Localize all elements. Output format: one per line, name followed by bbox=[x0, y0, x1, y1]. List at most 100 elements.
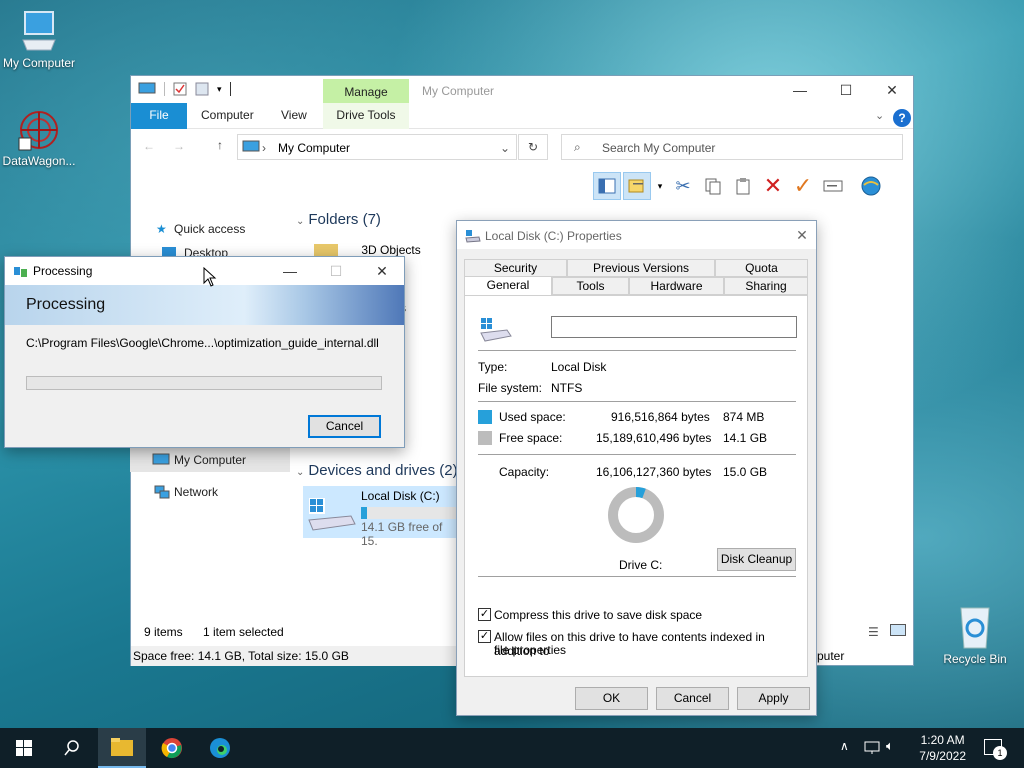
notification-badge: 1 bbox=[993, 746, 1007, 760]
properties-icon[interactable] bbox=[173, 82, 187, 96]
index-checkbox[interactable]: ✓ bbox=[478, 630, 491, 643]
delete-icon[interactable]: ✕ bbox=[759, 172, 787, 200]
processing-title: Processing bbox=[33, 264, 93, 278]
up-icon[interactable]: ↑ bbox=[217, 138, 223, 152]
search-button[interactable] bbox=[48, 728, 96, 768]
disk-usage-donut bbox=[608, 487, 664, 543]
mouse-cursor-icon bbox=[203, 267, 217, 287]
taskbar-file-explorer[interactable] bbox=[98, 728, 146, 768]
minimize-button[interactable]: — bbox=[275, 261, 305, 281]
compress-checkbox[interactable]: ✓ bbox=[478, 608, 491, 621]
properties-titlebar[interactable]: Local Disk (C:) Properties ✕ bbox=[457, 221, 816, 249]
system-clock[interactable]: 1:20 AM 7/9/2022 bbox=[919, 732, 966, 764]
nav-label: Network bbox=[174, 485, 219, 499]
search-icon bbox=[64, 740, 79, 756]
taskbar: ∧ 🔈︎ 1:20 AM 7/9/2022 1 bbox=[0, 728, 1024, 768]
rename-icon[interactable] bbox=[819, 172, 847, 200]
tab-quota[interactable]: Quota bbox=[715, 259, 808, 277]
start-button[interactable] bbox=[0, 728, 48, 768]
folders-header[interactable]: ⌄ Folders (7) bbox=[296, 211, 381, 228]
close-button[interactable]: ✕ bbox=[367, 261, 397, 281]
drive-label-input[interactable] bbox=[551, 316, 797, 338]
file-explorer-icon bbox=[111, 738, 133, 756]
tab-sharing[interactable]: Sharing bbox=[724, 277, 808, 295]
status-selected: 1 item selected bbox=[203, 625, 284, 639]
explorer-titlebar[interactable]: ▾ Manage My Computer — ☐ ✕ bbox=[131, 76, 913, 106]
tab-file[interactable]: File bbox=[131, 103, 187, 129]
chevron-down-icon[interactable]: ⌄ bbox=[500, 141, 510, 155]
nav-my-computer[interactable]: My Computer bbox=[130, 448, 290, 472]
back-icon[interactable]: ← bbox=[143, 139, 155, 153]
capacity-label: Capacity: bbox=[499, 465, 550, 479]
cut-icon[interactable]: ✂ bbox=[669, 172, 697, 200]
recycle-bin-icon bbox=[960, 607, 990, 649]
apply-button[interactable]: Apply bbox=[737, 687, 810, 710]
taskbar-edge[interactable] bbox=[196, 728, 244, 768]
tab-security[interactable]: Security bbox=[464, 259, 567, 277]
desktop-icon-datawagon[interactable]: DataWagon... bbox=[0, 108, 82, 168]
index-label-line2: file properties bbox=[494, 643, 567, 657]
copy-icon[interactable] bbox=[699, 172, 727, 200]
chevron-down-icon[interactable]: ▾ bbox=[217, 84, 222, 95]
processing-progress-bar bbox=[26, 376, 382, 390]
free-space-label: Free space: bbox=[499, 431, 563, 445]
paste-icon[interactable] bbox=[729, 172, 757, 200]
action-center-button[interactable]: 1 bbox=[984, 739, 1007, 760]
search-input[interactable]: ⌕ Search My Computer bbox=[561, 134, 903, 160]
capacity-size: 15.0 GB bbox=[723, 465, 768, 479]
forward-icon[interactable]: → bbox=[173, 139, 185, 153]
new-folder-icon[interactable] bbox=[195, 82, 209, 96]
status-bar-space: Space free: 14.1 GB, Total size: 15.0 GB bbox=[131, 646, 456, 666]
drive-item-c[interactable]: Local Disk (C:) 14.1 GB free of 15. bbox=[303, 486, 456, 548]
address-bar[interactable]: › My Computer ⌄ bbox=[237, 134, 517, 160]
desktop-icon-recycle-bin[interactable]: Recycle Bin bbox=[932, 602, 1018, 666]
globe-icon[interactable] bbox=[857, 172, 885, 200]
checkmark-icon[interactable]: ✓ bbox=[789, 172, 817, 200]
used-space-bytes: 916,516,864 bytes bbox=[611, 410, 710, 424]
datawagon-icon bbox=[18, 111, 58, 151]
compress-label: Compress this drive to save disk space bbox=[494, 608, 703, 622]
separator bbox=[478, 454, 796, 455]
used-space-size: 874 MB bbox=[723, 410, 765, 424]
details-icon[interactable] bbox=[623, 172, 651, 200]
tab-hardware[interactable]: Hardware bbox=[629, 277, 724, 295]
properties-title: Local Disk (C:) Properties bbox=[485, 229, 622, 243]
manage-context-tab[interactable]: Manage bbox=[323, 79, 409, 106]
tab-previous-versions[interactable]: Previous Versions bbox=[567, 259, 715, 277]
chevron-up-icon[interactable]: ∧ bbox=[840, 739, 849, 753]
close-button[interactable]: ✕ bbox=[877, 80, 907, 100]
close-button[interactable]: ✕ bbox=[787, 225, 817, 245]
preview-pane-icon[interactable] bbox=[593, 172, 621, 200]
desktop-icon-my-computer[interactable]: My Computer bbox=[0, 10, 82, 70]
processing-cancel-button[interactable]: Cancel bbox=[308, 415, 381, 438]
tab-tools[interactable]: Tools bbox=[552, 277, 629, 295]
tab-view[interactable]: View bbox=[281, 103, 307, 129]
details-view-icon[interactable]: ☰ bbox=[868, 625, 879, 639]
nav-network[interactable]: Network bbox=[130, 480, 290, 504]
volume-icon[interactable]: 🔈︎ bbox=[886, 738, 894, 754]
help-icon[interactable]: ? bbox=[893, 109, 911, 127]
processing-file-path: C:\Program Files\Google\Chrome...\optimi… bbox=[26, 336, 379, 350]
maximize-button[interactable]: ☐ bbox=[321, 261, 351, 281]
processing-banner-text: Processing bbox=[26, 296, 106, 313]
edge-icon bbox=[210, 738, 230, 758]
chevron-down-icon[interactable]: ▾ bbox=[653, 172, 667, 200]
search-placeholder: Search My Computer bbox=[602, 141, 716, 155]
disk-cleanup-button[interactable]: Disk Cleanup bbox=[717, 548, 796, 571]
star-icon: ★ bbox=[156, 222, 167, 236]
nav-quick-access[interactable]: ★ Quick access bbox=[130, 217, 290, 241]
refresh-button[interactable]: ↻ bbox=[518, 134, 548, 160]
devices-header[interactable]: ⌄ Devices and drives (2) bbox=[296, 462, 458, 479]
taskbar-chrome[interactable] bbox=[148, 728, 196, 768]
used-space-swatch bbox=[478, 410, 492, 424]
tab-computer[interactable]: Computer bbox=[201, 103, 254, 129]
tab-general[interactable]: General bbox=[464, 276, 552, 297]
cancel-button[interactable]: Cancel bbox=[656, 687, 729, 710]
chevron-down-icon[interactable]: ⌄ bbox=[875, 109, 884, 122]
maximize-button[interactable]: ☐ bbox=[831, 80, 861, 100]
network-icon[interactable] bbox=[864, 741, 880, 755]
ok-button[interactable]: OK bbox=[575, 687, 648, 710]
tab-drive-tools[interactable]: Drive Tools bbox=[323, 103, 409, 129]
large-icons-view-icon[interactable] bbox=[890, 624, 906, 636]
minimize-button[interactable]: — bbox=[785, 80, 815, 100]
